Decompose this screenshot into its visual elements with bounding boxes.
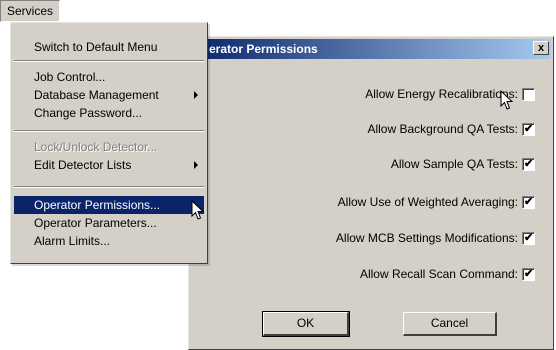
mouse-pointer-icon: [500, 90, 514, 110]
check-mark: ✔: [524, 157, 534, 170]
permission-label: Allow Recall Scan Command:: [359, 267, 518, 281]
menu-item-edit-detector-lists[interactable]: Edit Detector Lists: [14, 156, 204, 174]
menu-item-switch-default[interactable]: Switch to Default Menu: [14, 38, 204, 56]
menu-item-operator-permissions[interactable]: Operator Permissions...: [14, 196, 204, 214]
dialog-titlebar[interactable]: erator Permissions x: [191, 39, 551, 59]
menu-item-change-password[interactable]: Change Password...: [14, 104, 204, 122]
menu-separator: [14, 186, 204, 188]
ok-button[interactable]: OK: [262, 311, 350, 337]
permission-label: Allow Sample QA Tests:: [390, 157, 518, 171]
permission-label: Allow Energy Recalibrations:: [365, 87, 518, 101]
permission-label: Allow Background QA Tests:: [367, 122, 518, 136]
close-button[interactable]: x: [533, 41, 549, 55]
permission-label: Allow MCB Settings Modifications:: [335, 231, 518, 245]
check-mark: ✔: [524, 122, 534, 135]
permission-label: Allow Use of Weighted Averaging:: [337, 195, 518, 209]
permission-row-background-qa: Allow Background QA Tests: ✔: [367, 121, 535, 137]
submenu-arrow-icon: [194, 161, 198, 169]
check-mark: ✔: [524, 231, 534, 244]
menu-item-job-control[interactable]: Job Control...: [14, 68, 204, 86]
background-qa-checkbox[interactable]: ✔: [522, 122, 535, 136]
menu-separator: [14, 130, 204, 132]
permission-row-weighted-averaging: Allow Use of Weighted Averaging: ✔: [338, 194, 535, 210]
menu-item-lock-unlock-detector: Lock/Unlock Detector...: [34, 140, 158, 154]
menu-item-alarm-limits[interactable]: Alarm Limits...: [14, 232, 204, 250]
menu-separator: [14, 60, 204, 62]
permission-row-recall-scan: Allow Recall Scan Command: ✔: [360, 266, 535, 282]
mcb-settings-checkbox[interactable]: ✔: [522, 231, 535, 245]
services-menu[interactable]: Services: [0, 0, 61, 22]
menu-item-label: Database Management: [34, 88, 159, 102]
recall-scan-checkbox[interactable]: ✔: [522, 267, 535, 281]
energy-recalibrations-checkbox[interactable]: [522, 87, 535, 101]
submenu-arrow-icon: [194, 91, 198, 99]
dialog-title: erator Permissions: [209, 42, 318, 56]
permission-row-sample-qa: Allow Sample QA Tests: ✔: [391, 156, 535, 172]
menu-item-operator-parameters[interactable]: Operator Parameters...: [14, 214, 204, 232]
permission-row-mcb-settings: Allow MCB Settings Modifications: ✔: [336, 230, 535, 246]
weighted-averaging-checkbox[interactable]: ✔: [522, 195, 535, 209]
check-mark: ✔: [524, 267, 534, 280]
services-dropdown-menu: Switch to Default Menu Job Control... Da…: [10, 22, 208, 264]
menu-item-database-management[interactable]: Database Management: [14, 86, 204, 104]
operator-permissions-dialog: erator Permissions x Allow Energy Recali…: [188, 36, 554, 350]
check-mark: ✔: [524, 195, 534, 208]
sample-qa-checkbox[interactable]: ✔: [522, 157, 535, 171]
menu-item-label: Edit Detector Lists: [34, 158, 132, 172]
mouse-pointer-icon: [191, 200, 205, 220]
cancel-button[interactable]: Cancel: [403, 312, 497, 336]
